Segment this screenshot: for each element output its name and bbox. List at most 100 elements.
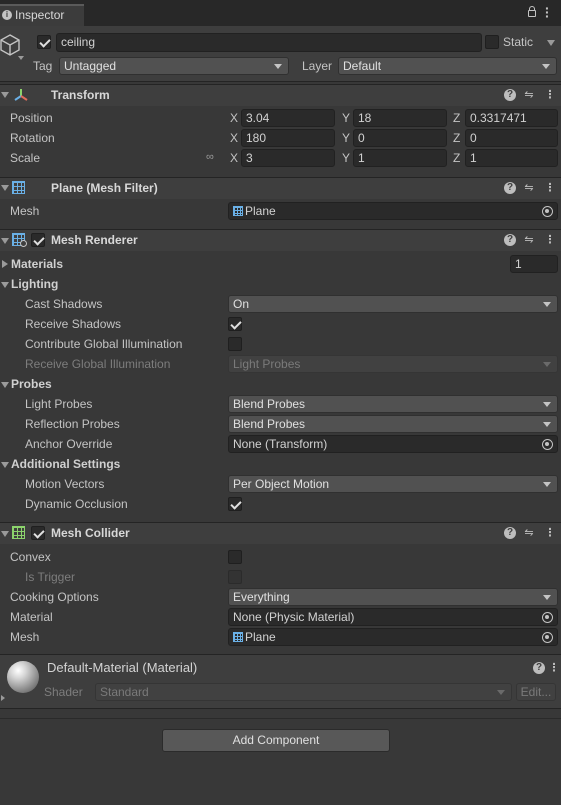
edit-button-label: Edit...: [520, 685, 552, 699]
kebab-menu-icon[interactable]: ⋮: [547, 661, 561, 675]
position-x-axis[interactable]: X: [230, 109, 238, 127]
dynamic-occlusion-checkbox[interactable]: [228, 497, 242, 511]
position-z-axis[interactable]: Z: [453, 109, 460, 127]
anchor-override-field[interactable]: None (Transform): [228, 435, 558, 453]
position-label: Position: [10, 111, 53, 125]
scale-x-field[interactable]: 3: [241, 149, 335, 167]
rotation-y-field[interactable]: 0: [353, 129, 447, 147]
sliders-icon[interactable]: ⇋: [522, 181, 536, 195]
shader-dropdown[interactable]: Standard: [95, 683, 512, 701]
mesh-collider-enabled-checkbox[interactable]: [31, 526, 45, 540]
collider-mesh-value: Plane: [245, 630, 276, 644]
probes-label[interactable]: Probes: [11, 375, 52, 393]
mesh-filter-title: Plane (Mesh Filter): [51, 181, 158, 195]
position-x-field[interactable]: 3.04: [241, 109, 335, 127]
reflection-probes-dropdown[interactable]: Blend Probes: [228, 415, 558, 433]
probes-foldout-arrow[interactable]: [1, 382, 9, 388]
sliders-icon[interactable]: ⇋: [522, 526, 536, 540]
materials-count-field[interactable]: 1: [510, 255, 558, 273]
chevron-down-icon: [497, 690, 505, 695]
material-sphere-icon: [7, 661, 39, 693]
materials-foldout-arrow[interactable]: [2, 260, 8, 268]
foldout-arrow[interactable]: [1, 238, 9, 244]
additional-settings-label[interactable]: Additional Settings: [11, 455, 120, 473]
chevron-down-icon: [543, 302, 551, 307]
convex-checkbox[interactable]: [228, 550, 242, 564]
mesh-object-field[interactable]: Plane: [228, 202, 558, 220]
static-checkbox[interactable]: [485, 35, 499, 49]
static-dropdown-arrow[interactable]: [547, 40, 555, 46]
help-icon[interactable]: ?: [504, 234, 516, 246]
is-trigger-checkbox: [228, 570, 242, 584]
position-y-axis[interactable]: Y: [342, 109, 350, 127]
sliders-icon[interactable]: ⇋: [522, 88, 536, 102]
rotation-x-field[interactable]: 180: [241, 129, 335, 147]
rotation-z-axis[interactable]: Z: [453, 129, 460, 147]
help-icon[interactable]: ?: [504, 182, 516, 194]
light-probes-value: Blend Probes: [233, 397, 306, 411]
constrain-proportions-icon[interactable]: ∞: [206, 152, 218, 163]
receive-shadows-label: Receive Shadows: [25, 317, 122, 331]
scale-y-field[interactable]: 1: [353, 149, 447, 167]
object-picker-icon[interactable]: [542, 206, 553, 217]
sliders-icon[interactable]: ⇋: [522, 233, 536, 247]
contribute-gi-checkbox[interactable]: [228, 337, 242, 351]
mesh-renderer-enabled-checkbox[interactable]: [31, 233, 45, 247]
position-z-field[interactable]: 0.3317471: [465, 109, 558, 127]
additional-settings-foldout-arrow[interactable]: [1, 462, 9, 468]
foldout-arrow[interactable]: [1, 185, 9, 191]
kebab-menu-icon[interactable]: ⋮: [543, 526, 557, 540]
scale-y-axis[interactable]: Y: [342, 149, 350, 167]
rotation-z-field[interactable]: 0: [465, 129, 558, 147]
light-probes-dropdown[interactable]: Blend Probes: [228, 395, 558, 413]
object-name-field[interactable]: ceiling: [56, 33, 482, 52]
rotation-x-axis[interactable]: X: [230, 129, 238, 147]
receive-shadows-checkbox[interactable]: [228, 317, 242, 331]
help-icon[interactable]: ?: [504, 89, 516, 101]
lock-icon[interactable]: [528, 10, 536, 17]
cast-shadows-dropdown[interactable]: On: [228, 295, 558, 313]
scale-x-axis[interactable]: X: [230, 149, 238, 167]
collider-mesh-field[interactable]: Plane: [228, 628, 558, 646]
cube-icon: [0, 34, 20, 56]
mesh-value: Plane: [245, 204, 276, 218]
material-foldout-arrow[interactable]: [1, 695, 5, 701]
light-probes-label: Light Probes: [25, 397, 93, 411]
info-icon: i: [2, 10, 12, 20]
foldout-arrow[interactable]: [1, 531, 9, 537]
materials-label[interactable]: Materials: [11, 255, 63, 273]
tag-dropdown[interactable]: Untagged: [59, 57, 289, 75]
transform-title: Transform: [51, 88, 110, 102]
cast-shadows-value: On: [233, 297, 250, 311]
scale-z-field[interactable]: 1: [465, 149, 558, 167]
foldout-arrow[interactable]: [1, 92, 9, 98]
tag-label: Tag: [33, 59, 53, 73]
kebab-menu-icon[interactable]: ⋮: [543, 88, 557, 102]
lighting-foldout-arrow[interactable]: [1, 282, 9, 288]
cooking-options-dropdown[interactable]: Everything: [228, 588, 558, 606]
add-component-button[interactable]: Add Component: [162, 729, 390, 752]
help-icon[interactable]: ?: [533, 662, 545, 674]
collider-material-field[interactable]: None (Physic Material): [228, 608, 558, 626]
object-picker-icon[interactable]: [542, 612, 553, 623]
object-picker-icon[interactable]: [542, 439, 553, 450]
active-checkbox[interactable]: [37, 35, 51, 49]
kebab-menu-icon[interactable]: ⋮: [543, 181, 557, 195]
cube-dropdown-arrow[interactable]: [18, 56, 24, 60]
scale-z-axis[interactable]: Z: [453, 149, 460, 167]
kebab-menu-icon[interactable]: ⋮: [543, 233, 557, 247]
tab-bar: [0, 0, 561, 26]
lighting-label[interactable]: Lighting: [11, 275, 58, 293]
mesh-label: Mesh: [10, 204, 40, 218]
motion-vectors-dropdown[interactable]: Per Object Motion: [228, 475, 558, 493]
kebab-menu-icon[interactable]: · · ·: [545, 1, 550, 23]
object-picker-icon[interactable]: [542, 632, 553, 643]
layer-dropdown[interactable]: Default: [338, 57, 557, 75]
help-icon[interactable]: ?: [504, 527, 516, 539]
rotation-y-axis[interactable]: Y: [342, 129, 350, 147]
position-y-field[interactable]: 18: [353, 109, 447, 127]
shader-edit-button[interactable]: Edit...: [516, 683, 556, 701]
receive-gi-value: Light Probes: [233, 357, 301, 371]
cast-shadows-label: Cast Shadows: [25, 297, 103, 311]
is-trigger-label: Is Trigger: [25, 570, 76, 584]
